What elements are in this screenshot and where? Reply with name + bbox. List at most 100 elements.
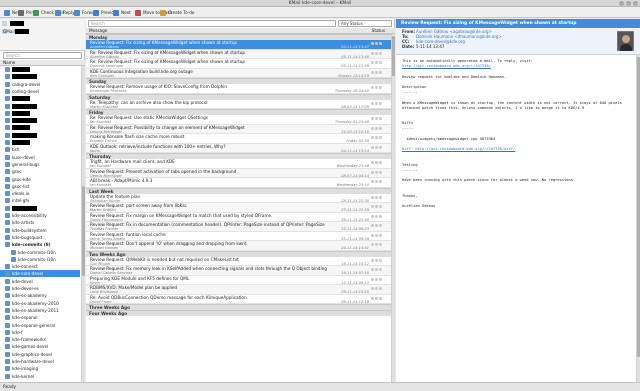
folder-item[interactable]: kde-buildsystem (0, 227, 80, 234)
message-status-icons[interactable] (371, 70, 387, 74)
folder-search-input[interactable]: Search (3, 52, 82, 59)
folder-item[interactable]: kde-es-akademy-2011 (0, 307, 80, 314)
folder-item[interactable]: kde-devel-es (0, 285, 80, 292)
folder-item[interactable]: kuse-devel (0, 154, 80, 161)
folder-item[interactable]: intel-gfx (0, 197, 80, 204)
message-row[interactable]: Review Request: Fix memory leak in KSelf… (86, 266, 391, 276)
folder-item[interactable]: kde-hardware-devel (0, 358, 80, 365)
folder-item[interactable] (0, 205, 80, 212)
folder-item[interactable]: kde-artists (0, 219, 80, 226)
folder-item[interactable]: gsoc-kde (0, 176, 80, 183)
folder-item[interactable] (0, 132, 80, 139)
message-status-icons[interactable] (371, 233, 387, 237)
scroll-thumb[interactable] (82, 186, 85, 276)
message-row[interactable]: Review Request: Don't append '\0' when d… (86, 241, 391, 251)
message-row[interactable]: Review Request: port screen away from li… (86, 203, 391, 213)
message-row[interactable]: Re: Telepathy: can an archive also show … (86, 100, 391, 109)
message-status-icons[interactable] (371, 223, 387, 227)
message-group-header[interactable]: Four Weeks Ago (86, 310, 391, 316)
message-row[interactable]: Trigfit, an Hardware mail client, and KD… (86, 159, 391, 169)
folder-item[interactable]: kde-es-akademy (0, 292, 80, 299)
message-status-icons[interactable] (371, 296, 387, 300)
folder-scrollbar[interactable] (81, 66, 85, 382)
reply-button[interactable]: Reply (55, 9, 75, 16)
folder-item[interactable]: coding-devel (0, 88, 80, 95)
folder-item[interactable]: kde-commits-l10n (0, 256, 80, 263)
message-status-icons[interactable] (371, 170, 387, 174)
message-row[interactable]: KDE Outlook: retrieve/include functions … (86, 143, 391, 153)
folder-item[interactable] (0, 95, 80, 102)
message-row[interactable]: Review Request: Fix sizing of KMessageWi… (86, 40, 391, 50)
folder-item[interactable]: kde-commits (8) (0, 241, 80, 248)
message-status-icons[interactable] (371, 242, 387, 246)
todo-button[interactable]: Create To-do (160, 9, 194, 16)
folder-item[interactable]: kde-graphics-devel (0, 351, 80, 358)
maximize-icon[interactable] (626, 1, 631, 6)
folder-item[interactable]: kde-f (0, 329, 80, 336)
message-row[interactable]: Review Request: Remove usage of KIO::Sla… (86, 84, 391, 94)
message-status-icons[interactable] (371, 160, 387, 164)
message-status-icons[interactable] (371, 195, 387, 199)
message-scrollbar[interactable] (391, 34, 395, 382)
message-status-icons[interactable] (371, 126, 387, 130)
folder-item[interactable]: kde-commits-l10n (0, 249, 80, 256)
message-row[interactable]: Review Request: funtion local cache Jaime… (86, 232, 391, 241)
message-row[interactable]: Re: Avoid QDBusConnection QDemo message … (86, 295, 391, 304)
message-status-icons[interactable] (371, 267, 387, 271)
folder-item[interactable] (0, 66, 80, 73)
folder-item[interactable]: ideals.io (0, 190, 80, 197)
folder-item[interactable] (0, 103, 80, 110)
message-status-icons[interactable] (371, 258, 387, 262)
folder-item[interactable]: kde-es-akademy-2010 (0, 300, 80, 307)
message-search-input[interactable]: Search (88, 20, 336, 27)
folder-item[interactable]: kde-accessibility (0, 212, 80, 219)
message-status-icons[interactable] (371, 277, 387, 281)
message-row[interactable]: RDBMS/XVD: Make/Model plan be applied Lin… (86, 285, 391, 295)
message-row[interactable]: making Konsole flash size cache more rob… (86, 134, 391, 144)
folder-item[interactable]: gsoc (0, 168, 80, 175)
message-status-icons[interactable] (371, 101, 387, 105)
folder-item[interactable] (0, 117, 80, 124)
message-status-icons[interactable] (371, 116, 387, 120)
folder-item[interactable]: kde-devel (0, 278, 80, 285)
minimize-icon[interactable] (619, 1, 624, 6)
folder-item[interactable]: kde-espanol (0, 314, 80, 321)
message-row[interactable]: ABI break - Adapt/Mimic 4.9.3 Jan Kundrát… (86, 178, 391, 188)
reader-scrollbar[interactable] (636, 55, 640, 382)
folder-item[interactable]: kde-connect (0, 263, 80, 270)
message-row[interactable]: Review Request: Prevent activation of ta… (86, 168, 391, 178)
folder-item[interactable]: kde-bugsquad (0, 234, 80, 241)
message-status-icons[interactable] (371, 41, 387, 45)
message-row[interactable]: Review Request: QtWebKit is needed but n… (86, 257, 391, 266)
message-status-icons[interactable] (371, 145, 387, 149)
folder-item[interactable]: general-bugs (0, 161, 80, 168)
folder-item[interactable]: gsoc-list (0, 183, 80, 190)
message-status-icons[interactable] (371, 286, 387, 290)
folder-item[interactable] (0, 73, 80, 80)
message-row[interactable]: Re: Review Request: Use static KMediaWid… (86, 115, 391, 125)
message-status-icons[interactable] (371, 85, 387, 89)
folder-item[interactable]: kde-frameworks (0, 336, 80, 343)
message-row[interactable]: Update the feature plan Sebastian Kügler 2… (86, 194, 391, 203)
message-status-icons[interactable] (371, 214, 387, 218)
message-status-icons[interactable] (371, 51, 387, 55)
message-row[interactable]: Review Request: Fix in documentation (co… (86, 222, 391, 232)
message-row[interactable]: Re: Review Request: Fix sizing of KMessa… (86, 59, 391, 69)
folder-item[interactable]: kde-kernel (0, 373, 80, 380)
message-status-icons[interactable] (371, 179, 387, 183)
message-status-icons[interactable] (371, 60, 387, 64)
message-status-icons[interactable] (371, 135, 387, 139)
next-button[interactable]: Next (113, 9, 131, 16)
folder-item[interactable]: bsh (0, 146, 80, 153)
message-row[interactable]: Preparing KDE Module and KF5 defines for… (86, 276, 391, 285)
folder-item[interactable]: kde-imaging (0, 365, 80, 372)
message-status-icons[interactable] (371, 204, 387, 208)
message-row[interactable]: Review Request: Fix margin on KMessageWi… (86, 213, 391, 222)
scroll-thumb[interactable] (392, 36, 395, 76)
folder-item[interactable]: kde-espanol-general (0, 322, 80, 329)
folder-item[interactable]: calligra-devel (0, 81, 80, 88)
folder-item[interactable] (0, 139, 80, 146)
status-filter-select[interactable]: Any Status (338, 20, 392, 27)
folder-item[interactable]: kde-core-devel (0, 270, 80, 278)
folder-item[interactable]: kde-games-devel (0, 343, 80, 350)
